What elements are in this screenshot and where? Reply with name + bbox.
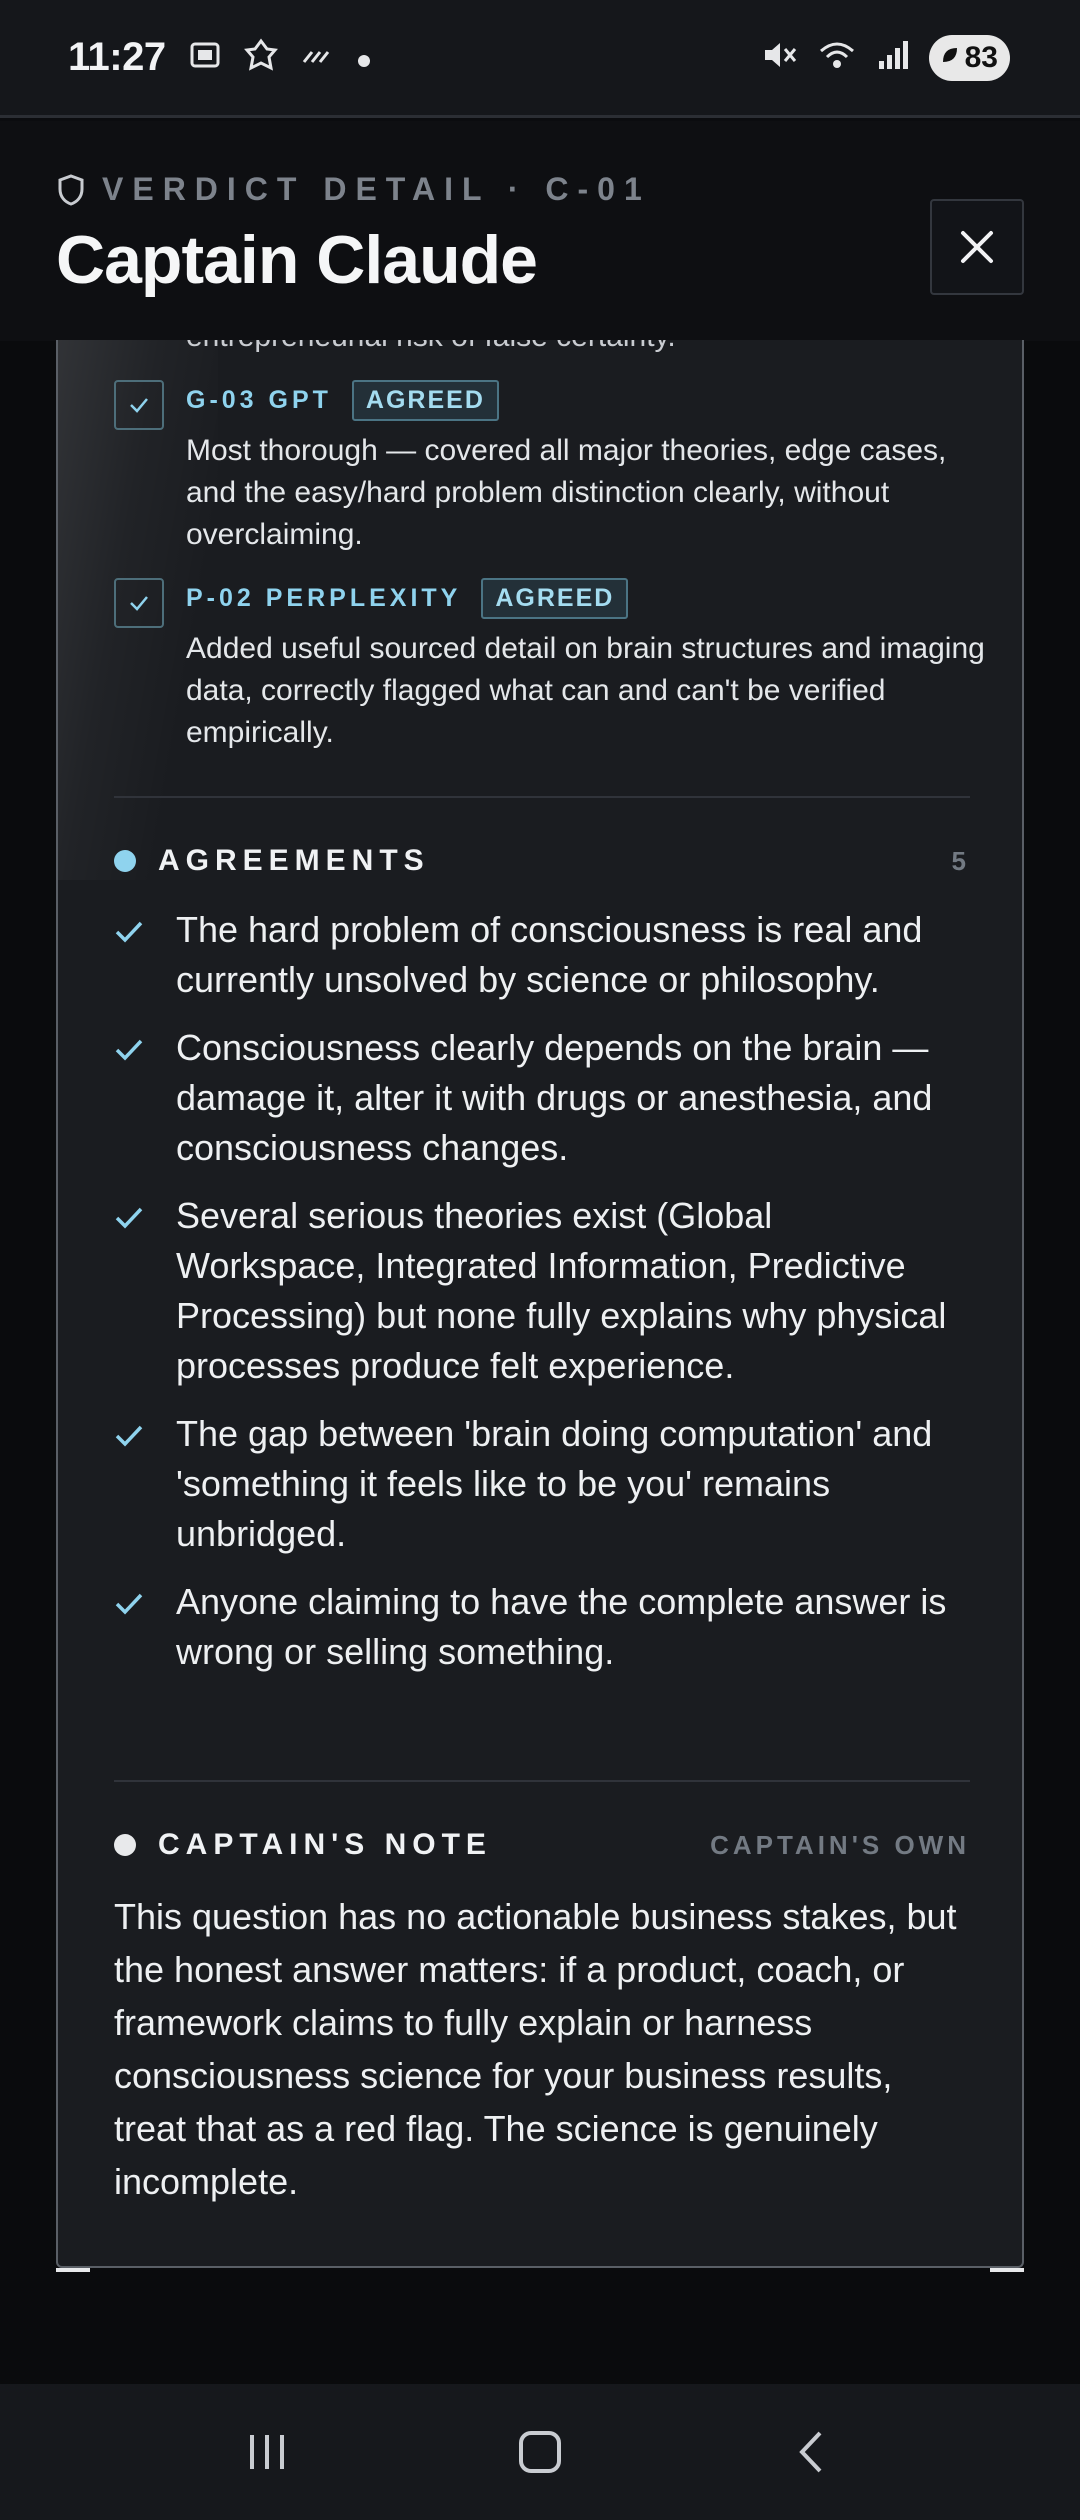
eyebrow-label: VERDICT DETAIL · C-01 [102,171,651,207]
check-icon [130,596,148,611]
check-icon [115,1039,143,1061]
agreements-header: AGREEMENTS 5 [114,844,970,878]
back-icon [799,2431,822,2473]
battery-saver-icon [939,44,961,72]
list-item: Several serious theories exist (Global W… [114,1191,970,1391]
verdict-card[interactable]: entrepreneurial risk of false certainty.… [56,340,1024,2268]
stripes-icon [300,38,334,78]
status-badge: AGREED [481,578,629,619]
signal-icon [875,37,911,79]
eyebrow: VERDICT DETAIL · C-01 [56,171,651,208]
corner-mark-right [990,2268,1024,2272]
agreement-text: Consciousness clearly depends on the bra… [176,1027,933,1168]
check-icon [115,921,143,943]
critique-text: Most thorough — covered all major theori… [186,434,947,551]
check-icon [115,1425,143,1447]
list-item: Consciousness clearly depends on the bra… [114,1023,970,1173]
critique-checkbox[interactable] [114,380,164,430]
agreement-text: Several serious theories exist (Global W… [176,1195,947,1386]
corner-mark-left [56,2268,90,2272]
list-item: The hard problem of consciousness is rea… [114,905,970,1005]
status-bar: 11:27 83 [0,0,1080,118]
agreements-dot [114,850,136,872]
wifi-icon [817,37,857,79]
status-right: 83 [761,34,1010,81]
check-icon [115,1593,143,1615]
list-item: The gap between 'brain doing computation… [114,1409,970,1559]
home-icon [518,2431,561,2473]
shield-icon [58,173,84,206]
agreement-text: The hard problem of consciousness is rea… [176,909,923,1000]
close-icon [961,231,993,263]
captains-note-header: CAPTAIN'S NOTE CAPTAIN'S OWN [114,1828,970,1862]
note-dot [114,1834,136,1856]
agreement-text: The gap between 'brain doing computation… [176,1413,933,1554]
critique-name: P-02 PERPLEXITY [186,584,462,612]
mute-icon [761,37,799,79]
battery-indicator: 83 [928,34,1010,81]
check-icon [130,398,148,413]
critique-head: P-02 PERPLEXITY AGREED [186,578,629,619]
critique-name: G-03 GPT [186,386,332,414]
sheet-header: VERDICT DETAIL · C-01 Captain Claude [0,121,1080,341]
back-button[interactable] [763,2412,863,2492]
dot-icon [356,41,372,75]
critique-head: G-03 GPT AGREED [186,380,499,421]
captains-note-title: CAPTAIN'S NOTE [158,1828,492,1861]
status-time: 11:27 [68,35,166,79]
agreements-list: The hard problem of consciousness is rea… [114,905,970,1695]
home-button[interactable] [490,2412,590,2492]
list-item: Anyone claiming to have the complete ans… [114,1577,970,1677]
divider [114,1780,970,1782]
page-title: Captain Claude [56,222,538,298]
close-button[interactable] [930,199,1024,295]
status-badge: AGREED [351,380,499,421]
recents-button[interactable] [217,2412,317,2492]
status-left: 11:27 [68,35,372,80]
app-icon [243,38,278,78]
agreement-text: Anyone claiming to have the complete ans… [176,1581,947,1672]
gallery-icon [188,38,222,78]
agreements-title: AGREEMENTS [158,844,430,877]
system-nav-bar [0,2384,1080,2520]
check-icon [115,1207,143,1229]
battery-level: 83 [964,40,998,74]
captains-note-meta: CAPTAIN'S OWN [710,1829,970,1860]
divider [114,796,970,798]
critique-text: Added useful sourced detail on brain str… [186,632,985,749]
agreements-count: 5 [951,845,970,876]
critique-checkbox[interactable] [114,578,164,628]
critique-cut-text: entrepreneurial risk of false certainty. [186,340,676,354]
recents-icon [249,2435,284,2469]
captains-note-text: This question has no actionable business… [114,1896,957,2202]
